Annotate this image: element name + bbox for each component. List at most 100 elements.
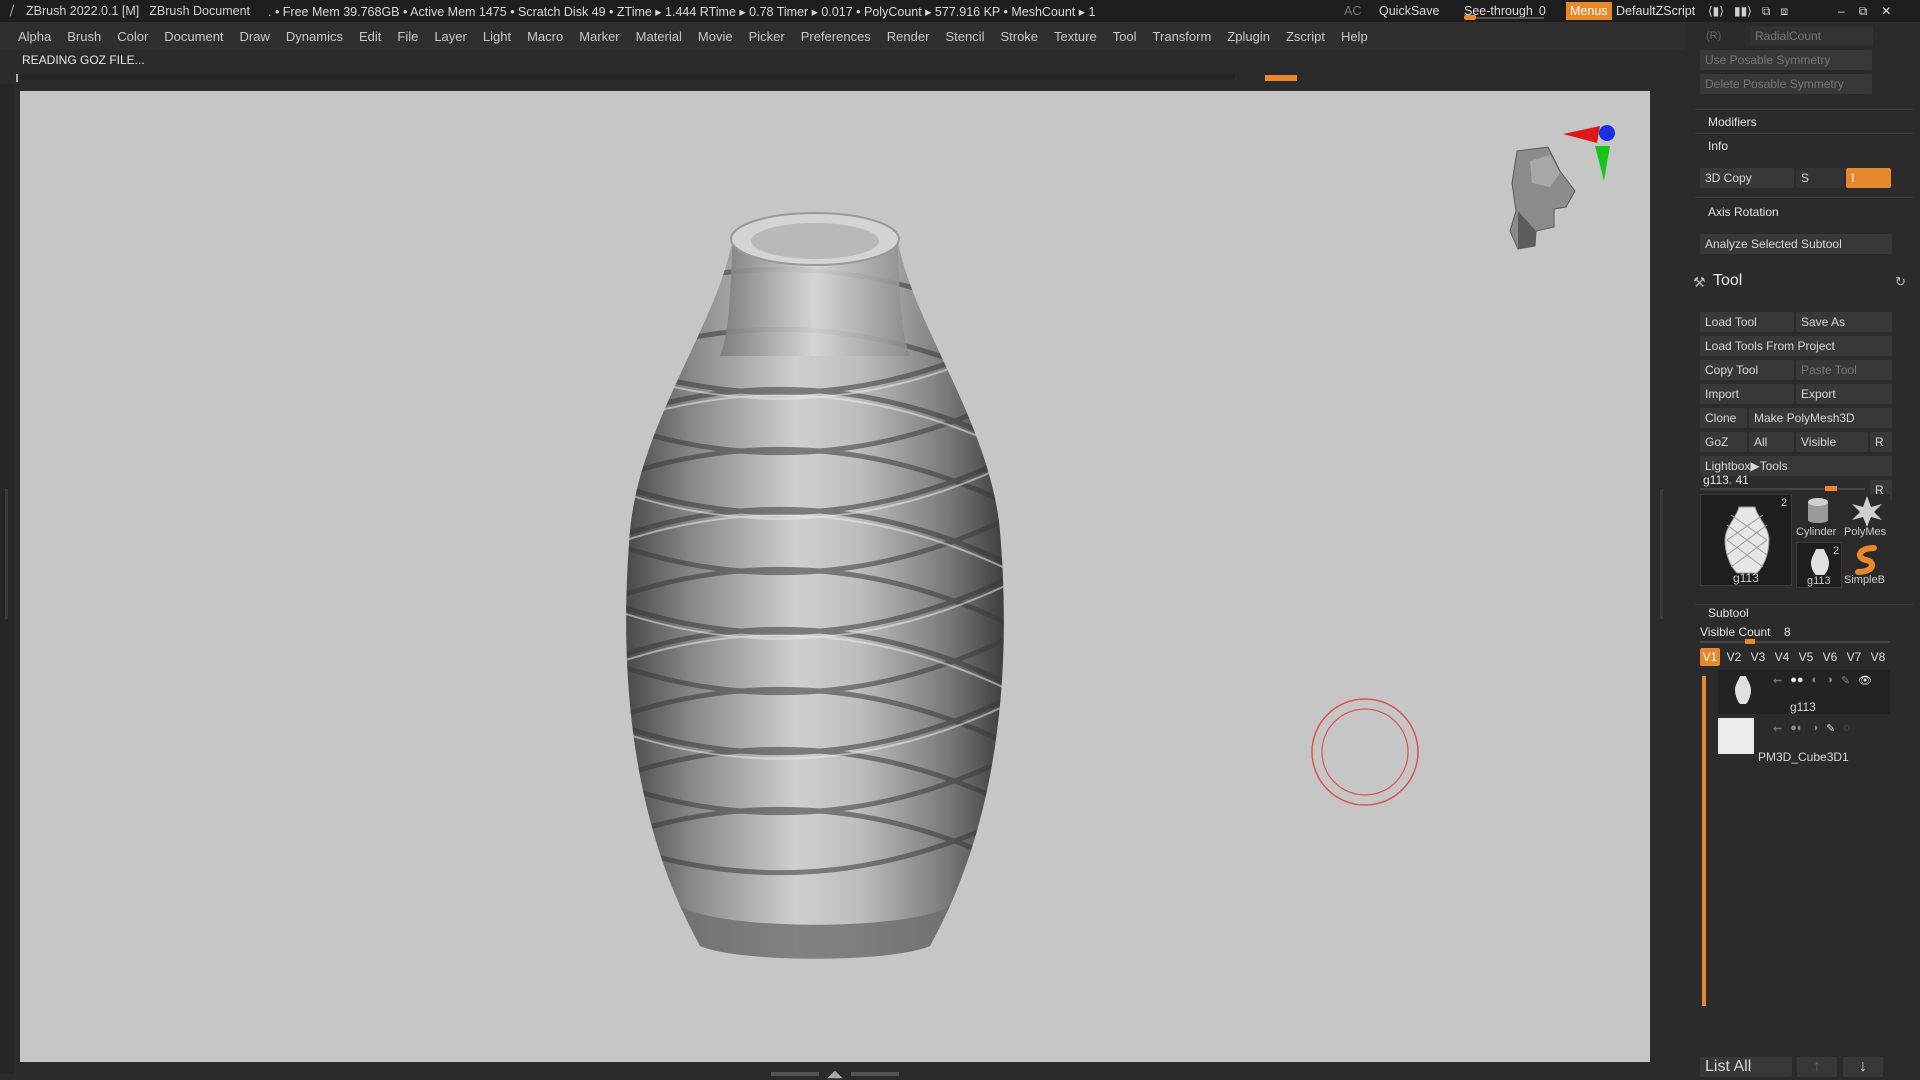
goz-all-button[interactable]: All xyxy=(1749,432,1794,452)
menu-movie[interactable]: Movie xyxy=(698,29,733,44)
copy-s-field[interactable]: S xyxy=(1796,168,1844,188)
menu-preferences[interactable]: Preferences xyxy=(801,29,871,44)
goz-visible-button[interactable]: Visible xyxy=(1796,432,1868,452)
axis-gizmo[interactable] xyxy=(1563,125,1615,181)
menu-stencil[interactable]: Stencil xyxy=(945,29,984,44)
menu-render[interactable]: Render xyxy=(887,29,930,44)
list-all-button[interactable]: List All xyxy=(1700,1057,1792,1077)
layout-right-icon[interactable]: ▮▮⟩ xyxy=(1734,4,1752,18)
tool-palette-header[interactable]: ⚒ Tool ↻ xyxy=(1685,268,1920,298)
visibility-tab-v7[interactable]: V7 xyxy=(1844,648,1864,666)
subtool-mask-icon[interactable]: ◑ xyxy=(1826,674,1833,687)
radialcount-slider[interactable]: RadialCount xyxy=(1750,26,1873,46)
menus-toggle-button[interactable]: Menus xyxy=(1566,2,1612,20)
analyze-subtool-button[interactable]: Analyze Selected Subtool xyxy=(1700,234,1892,254)
menu-texture[interactable]: Texture xyxy=(1054,29,1097,44)
see-through-slider[interactable]: See-through 0 xyxy=(1464,0,1554,22)
expand-arrows-icon[interactable]: ◢◣ xyxy=(827,1069,842,1080)
move-down-icon[interactable]: ↓ xyxy=(1843,1057,1883,1077)
visibility-tab-v1[interactable]: V1 xyxy=(1700,648,1720,666)
clone-button[interactable]: Clone xyxy=(1700,408,1747,428)
restore-icon[interactable]: ⧉ xyxy=(1859,4,1868,19)
subtool-brush-icon[interactable]: ✎ xyxy=(1841,674,1850,687)
subtool-row-cube[interactable]: ⇜ ●◐ ◑ ✎ ◌ PM3D_Cube3D1 xyxy=(1718,718,1890,764)
left-tray-handle[interactable] xyxy=(5,489,8,619)
tool-thumb-polymesh[interactable]: PolyMes xyxy=(1844,494,1890,540)
tool-thumb-cylinder[interactable]: Cylinder xyxy=(1796,494,1842,540)
modifiers-subpalette[interactable]: Modifiers xyxy=(1708,115,1757,129)
visibility-tab-v6[interactable]: V6 xyxy=(1820,648,1840,666)
window-cascade-icon[interactable]: ⧈ xyxy=(1780,4,1788,19)
minimize-icon[interactable]: ‒ xyxy=(1838,4,1845,18)
tool-thumb-g113-main[interactable]: 2 g113 xyxy=(1700,494,1792,586)
goz-button[interactable]: GoZ xyxy=(1700,432,1747,452)
subtool-row-g113[interactable]: ⇜ ●● ◐ ◑ ✎ 👁 g113 xyxy=(1718,670,1890,714)
goz-r-button[interactable]: R xyxy=(1870,432,1892,452)
close-icon[interactable]: ✕ xyxy=(1881,4,1891,18)
menu-draw[interactable]: Draw xyxy=(240,29,270,44)
menu-help[interactable]: Help xyxy=(1341,29,1368,44)
visibility-tab-v8[interactable]: V8 xyxy=(1868,648,1888,666)
menu-zscript[interactable]: Zscript xyxy=(1286,29,1325,44)
make-polymesh3d-button[interactable]: Make PolyMesh3D xyxy=(1749,408,1892,428)
visible-count-knob[interactable] xyxy=(1745,639,1755,644)
menu-marker[interactable]: Marker xyxy=(579,29,619,44)
menu-tool[interactable]: Tool xyxy=(1113,29,1137,44)
menu-brush[interactable]: Brush xyxy=(67,29,101,44)
export-button[interactable]: Export xyxy=(1796,384,1892,404)
ac-toggle[interactable]: AC xyxy=(1344,0,1361,22)
tool-slider-knob[interactable] xyxy=(1825,486,1837,491)
paste-tool-button[interactable]: Paste Tool xyxy=(1796,360,1892,380)
default-zscript-button[interactable]: DefaultZScript xyxy=(1616,0,1695,22)
see-through-knob[interactable] xyxy=(1464,15,1476,20)
subtool-scrollbar[interactable] xyxy=(1702,676,1706,1006)
save-as-button[interactable]: Save As xyxy=(1796,312,1892,332)
subtool-blend-icon[interactable]: ◐ xyxy=(1812,674,1819,687)
load-tool-button[interactable]: Load Tool xyxy=(1700,312,1794,332)
bottom-shelf-handle[interactable]: ◢◣ xyxy=(770,1069,900,1080)
3d-copy-button[interactable]: 3D Copy xyxy=(1700,168,1794,188)
move-up-icon[interactable]: ↑ xyxy=(1797,1057,1837,1077)
copy-i-field[interactable]: I xyxy=(1846,168,1891,188)
menu-color[interactable]: Color xyxy=(117,29,148,44)
tool-thumb-g113-small[interactable]: 2 g113 xyxy=(1796,542,1842,588)
menu-edit[interactable]: Edit xyxy=(359,29,381,44)
menu-file[interactable]: File xyxy=(397,29,418,44)
visibility-tab-v5[interactable]: V5 xyxy=(1796,648,1816,666)
menu-transform[interactable]: Transform xyxy=(1153,29,1212,44)
subtool-subpalette[interactable]: Subtool xyxy=(1708,606,1749,620)
right-tray-handle[interactable] xyxy=(1660,489,1663,619)
menu-picker[interactable]: Picker xyxy=(749,29,785,44)
subtool-toggle-icon[interactable]: ●◐ xyxy=(1790,722,1803,735)
navigation-head-gizmo[interactable] xyxy=(1509,146,1576,250)
menu-dynamics[interactable]: Dynamics xyxy=(286,29,343,44)
vase-model[interactable] xyxy=(580,212,1060,959)
load-tools-from-project-button[interactable]: Load Tools From Project xyxy=(1700,336,1892,356)
subtool-arrow-icon[interactable]: ⇜ xyxy=(1773,722,1782,735)
copy-tool-button[interactable]: Copy Tool xyxy=(1700,360,1794,380)
menu-material[interactable]: Material xyxy=(636,29,682,44)
visibility-tab-v4[interactable]: V4 xyxy=(1772,648,1792,666)
info-subpalette[interactable]: Info xyxy=(1708,139,1728,153)
layout-left-icon[interactable]: ⟨▮⟩ xyxy=(1708,4,1724,18)
quicksave-button[interactable]: QuickSave xyxy=(1379,0,1439,22)
axis-rotation-subpalette[interactable]: Axis Rotation xyxy=(1708,205,1779,219)
import-button[interactable]: Import xyxy=(1700,384,1794,404)
use-posable-symmetry-button[interactable]: Use Posable Symmetry xyxy=(1700,50,1872,70)
window-tile-icon[interactable]: ⧉ xyxy=(1762,4,1771,19)
document-canvas[interactable] xyxy=(20,91,1650,1062)
tool-thumb-simplebrush[interactable]: SimpleB xyxy=(1844,542,1890,588)
subtool-toggle-icon[interactable]: ●● xyxy=(1790,674,1803,687)
visibility-tab-v2[interactable]: V2 xyxy=(1724,648,1744,666)
menu-light[interactable]: Light xyxy=(483,29,511,44)
menu-stroke[interactable]: Stroke xyxy=(1000,29,1038,44)
subtool-brush-icon[interactable]: ✎ xyxy=(1826,722,1835,735)
visibility-tab-v3[interactable]: V3 xyxy=(1748,648,1768,666)
reset-icon[interactable]: ↻ xyxy=(1895,274,1906,290)
menu-layer[interactable]: Layer xyxy=(434,29,467,44)
menu-zplugin[interactable]: Zplugin xyxy=(1227,29,1270,44)
subtool-mask-icon[interactable]: ◑ xyxy=(1812,722,1819,735)
eye-icon[interactable]: 👁 xyxy=(1858,674,1872,687)
menu-document[interactable]: Document xyxy=(164,29,223,44)
menu-alpha[interactable]: Alpha xyxy=(18,29,51,44)
